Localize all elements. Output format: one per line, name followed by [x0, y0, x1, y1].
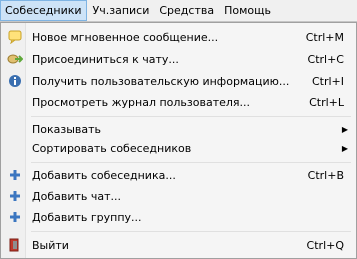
menu-item-view-log[interactable]: Просмотреть журнал пользователя... Ctrl+…	[3, 92, 354, 112]
menu-item-add-group[interactable]: Добавить группу...	[3, 207, 354, 227]
submenu-arrow-icon: ▶	[341, 143, 348, 153]
menu-item-shortcut: Ctrl+Q	[306, 238, 344, 252]
menu-item-label: Сортировать собеседников	[32, 141, 192, 155]
new-message-icon	[3, 27, 27, 47]
menu-item-label: Получить пользовательскую информацию...	[32, 74, 290, 88]
menu-item-label: Показывать	[32, 122, 102, 136]
menu-buddies[interactable]: Собеседники	[0, 0, 87, 21]
menu-accounts[interactable]: Уч.записи	[89, 0, 154, 21]
menu-item-label: Выйти	[32, 238, 69, 252]
menu-item-label: Новое мгновенное сообщение...	[32, 30, 219, 44]
menu-item-shortcut: Ctrl+L	[309, 95, 344, 109]
menu-item-label: Присоединиться к чату...	[32, 52, 179, 66]
menu-item-shortcut: Ctrl+I	[311, 74, 344, 88]
menu-item-show[interactable]: Показывать ▶	[3, 119, 354, 139]
menu-item-add-chat[interactable]: Добавить чат...	[3, 186, 354, 206]
menu-item-label: Просмотреть журнал пользователя...	[32, 95, 251, 109]
menu-item-shortcut: Ctrl+B	[307, 168, 344, 182]
menu-item-add-buddy[interactable]: Добавить собеседника... Ctrl+B	[3, 165, 354, 185]
menu-item-shortcut: Ctrl+C	[307, 52, 344, 66]
submenu-arrow-icon: ▶	[341, 124, 348, 134]
buddies-dropdown-menu: Новое мгновенное сообщение... Ctrl+M При…	[0, 22, 357, 259]
menu-item-new-message[interactable]: Новое мгновенное сообщение... Ctrl+M	[3, 27, 354, 47]
menu-item-user-info[interactable]: Получить пользовательскую информацию... …	[3, 71, 354, 91]
menu-item-label: Добавить группу...	[32, 210, 142, 224]
menu-separator	[31, 162, 351, 163]
add-icon	[3, 207, 27, 227]
menu-tools[interactable]: Средства	[155, 0, 218, 21]
menu-bar: Собеседники Уч.записи Средства Помощь	[0, 0, 357, 22]
menu-item-join-chat[interactable]: Присоединиться к чату... Ctrl+C	[3, 49, 354, 69]
menu-separator	[31, 116, 351, 117]
add-icon	[3, 165, 27, 185]
menu-item-label: Добавить чат...	[32, 189, 122, 203]
quit-icon	[3, 235, 27, 255]
menu-item-label: Добавить собеседника...	[32, 168, 176, 182]
info-icon	[3, 71, 27, 91]
menu-item-quit[interactable]: Выйти Ctrl+Q	[3, 235, 354, 255]
menu-separator	[31, 231, 351, 232]
join-chat-icon	[3, 49, 27, 69]
menu-item-sort[interactable]: Сортировать собеседников ▶	[3, 138, 354, 158]
add-icon	[3, 186, 27, 206]
menu-help[interactable]: Помощь	[220, 0, 275, 21]
menu-item-shortcut: Ctrl+M	[305, 30, 344, 44]
